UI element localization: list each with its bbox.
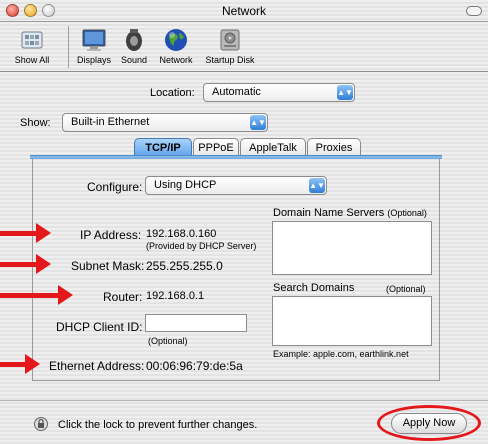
ethernet-address-value: 00:06:96:79:de:5a bbox=[146, 359, 243, 373]
configure-popup[interactable]: Using DHCP ▲▼ bbox=[145, 176, 327, 195]
lock-message: Click the lock to prevent further change… bbox=[58, 419, 258, 431]
annotation-arrow-ip bbox=[0, 223, 51, 243]
subnet-mask-label: Subnet Mask: bbox=[71, 259, 145, 273]
speaker-icon bbox=[120, 27, 148, 53]
dns-servers-field[interactable] bbox=[272, 221, 432, 275]
dns-label-text: Domain Name Servers bbox=[273, 207, 385, 219]
search-domains-example: Example: apple.com, earthlink.net bbox=[273, 349, 409, 359]
dhcp-client-id-note: (Optional) bbox=[148, 336, 188, 346]
window-title: Network bbox=[221, 4, 266, 18]
location-label: Location: bbox=[150, 87, 195, 99]
toolbar-label: Sound bbox=[120, 55, 148, 65]
router-label: Router: bbox=[103, 290, 143, 304]
annotation-circle bbox=[377, 405, 481, 441]
toolbar-toggle-button[interactable] bbox=[466, 6, 482, 16]
search-domains-label: Search Domains bbox=[273, 282, 355, 294]
ip-address-note: (Provided by DHCP Server) bbox=[146, 241, 257, 251]
popup-arrows-icon: ▲▼ bbox=[337, 85, 353, 100]
configure-label: Configure: bbox=[87, 180, 143, 194]
footer-divider bbox=[0, 400, 488, 401]
toolbar-label: Startup Disk bbox=[205, 55, 255, 65]
annotation-arrow-router bbox=[0, 285, 73, 305]
dns-label: Domain Name Servers (Optional) bbox=[273, 207, 427, 219]
ip-address-value: 192.168.0.160 bbox=[146, 228, 217, 240]
globe-icon bbox=[162, 27, 190, 53]
toolbar-divider bbox=[68, 26, 69, 68]
show-value: Built-in Ethernet bbox=[71, 116, 150, 128]
search-domains-field[interactable] bbox=[272, 296, 432, 346]
configure-value: Using DHCP bbox=[154, 179, 217, 191]
toolbar: Show All Displays Sound Network Startup … bbox=[0, 22, 488, 72]
dhcp-client-id-label: DHCP Client ID: bbox=[56, 320, 143, 334]
location-value: Automatic bbox=[212, 86, 261, 98]
location-popup[interactable]: Automatic ▲▼ bbox=[203, 83, 355, 102]
dns-optional: (Optional) bbox=[387, 208, 427, 218]
toolbar-label: Network bbox=[159, 55, 193, 65]
popup-arrows-icon: ▲▼ bbox=[309, 178, 325, 193]
toolbar-item-sound[interactable]: Sound bbox=[116, 27, 152, 65]
lock-icon[interactable] bbox=[34, 417, 48, 431]
subnet-mask-value: 255.255.255.0 bbox=[146, 259, 223, 273]
toolbar-item-startup-disk[interactable]: Startup Disk bbox=[200, 27, 260, 65]
annotation-arrow-subnet bbox=[0, 254, 51, 274]
dhcp-client-id-input[interactable] bbox=[145, 314, 247, 332]
display-icon bbox=[80, 27, 108, 53]
toolbar-label: Displays bbox=[76, 55, 111, 65]
toolbar-label: Show All bbox=[14, 55, 50, 65]
show-all-icon bbox=[18, 27, 46, 53]
disk-icon bbox=[216, 27, 244, 53]
show-label: Show: bbox=[20, 117, 51, 129]
toolbar-item-show-all[interactable]: Show All bbox=[4, 27, 60, 65]
search-domains-optional: (Optional) bbox=[386, 284, 426, 294]
ethernet-address-label: Ethernet Address: bbox=[49, 359, 145, 373]
toolbar-item-displays[interactable]: Displays bbox=[74, 27, 114, 65]
popup-arrows-icon: ▲▼ bbox=[250, 115, 266, 130]
router-value: 192.168.0.1 bbox=[146, 290, 205, 302]
toolbar-item-network[interactable]: Network bbox=[153, 27, 199, 65]
annotation-arrow-ethernet bbox=[0, 354, 40, 374]
title-bar[interactable]: Network bbox=[0, 0, 488, 22]
show-popup[interactable]: Built-in Ethernet ▲▼ bbox=[62, 113, 268, 132]
ip-address-label: IP Address: bbox=[80, 228, 142, 242]
